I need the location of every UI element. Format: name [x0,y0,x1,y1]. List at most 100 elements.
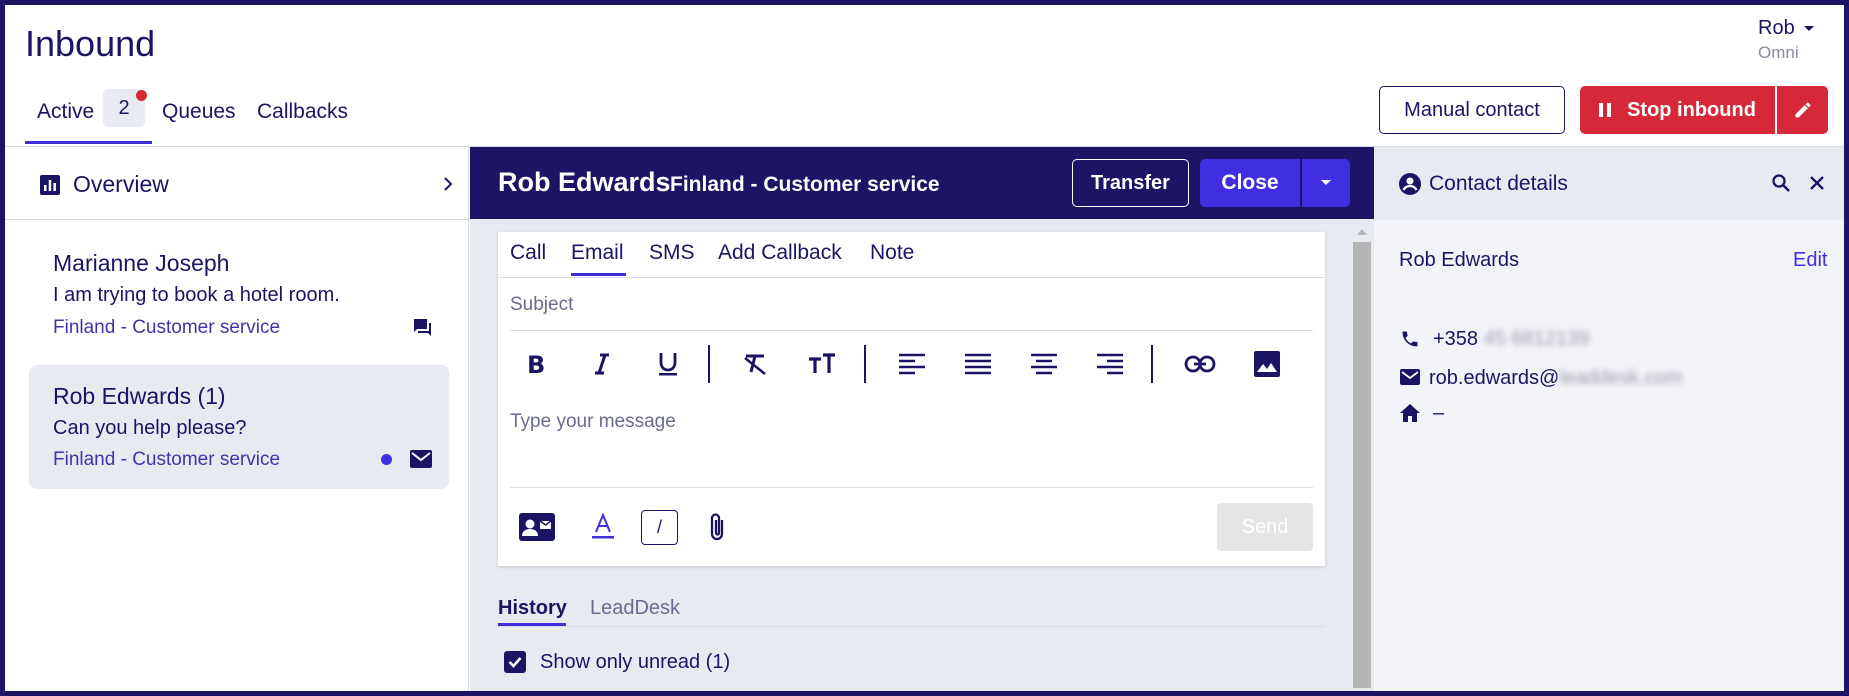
edit-contact-link[interactable]: Edit [1793,249,1827,272]
toolbar-separator [708,345,710,383]
chevron-right-icon [444,177,453,191]
toolbar-separator [1151,345,1153,383]
tab-history[interactable]: History [498,597,567,620]
overview-row[interactable]: Overview [5,147,469,220]
tab-callbacks[interactable]: Callbacks [257,100,348,124]
underline-icon [659,353,677,376]
paperclip-icon [710,513,724,541]
overview-label: Overview [73,171,169,197]
composer-tab-indicator [571,273,626,276]
align-center-button[interactable] [1024,344,1064,384]
transfer-button[interactable]: Transfer [1072,159,1189,207]
align-justify-icon [965,353,991,375]
account-circle-icon [1399,173,1421,195]
clear-format-icon [744,354,766,375]
tab-email[interactable]: Email [571,241,624,265]
conversation-message: I am trying to book a hotel room. [53,284,340,306]
send-button[interactable]: Send [1217,503,1313,551]
italic-icon [595,353,609,375]
chat-icon [414,319,431,336]
insert-link-button[interactable] [1180,344,1220,384]
contact-address: – [1433,402,1445,424]
caret-down-icon [1803,25,1814,31]
manual-contact-button[interactable]: Manual contact [1379,86,1565,134]
subject-divider [510,330,1313,331]
phone-number-redacted: 45 6812139 [1483,328,1590,350]
message-divider [510,487,1313,488]
close-options-button[interactable] [1302,159,1350,207]
contact-queue: Finland - Customer service [670,173,940,196]
attach-button[interactable] [697,507,737,547]
message-input[interactable]: Type your message [510,411,676,433]
conversation-name: Rob Edwards (1) [53,383,226,409]
link-icon [1184,355,1216,373]
text-color-button[interactable] [583,507,623,547]
text-color-icon [592,513,614,539]
user-role: Omni [1758,43,1799,62]
stop-inbound-label: Stop inbound [1627,98,1756,121]
conversation-name: Marianne Joseph [53,250,230,276]
conversation-item[interactable]: Marianne Joseph I am trying to book a ho… [29,233,449,353]
contact-details-panel [1374,147,1844,691]
contact-card-icon [519,513,555,541]
tab-sms[interactable]: SMS [649,241,695,265]
align-justify-button[interactable] [958,344,998,384]
active-tab-indicator [25,141,152,144]
tab-add-callback[interactable]: Add Callback [718,241,842,265]
bar-chart-icon [40,175,60,195]
email-prefix: rob.edwards@ [1429,367,1560,389]
stop-inbound-button[interactable]: Stop inbound [1580,86,1775,134]
edit-status-button[interactable] [1777,86,1828,134]
composer-tab-divider [498,277,1325,278]
align-left-button[interactable] [892,344,932,384]
contact-name-title: Rob Edwards [498,167,671,197]
contact-card-button[interactable] [517,507,557,547]
contact-details-title: Contact details [1429,172,1568,195]
align-center-icon [1031,353,1057,375]
tab-queues[interactable]: Queues [162,100,236,124]
scrollbar-thumb[interactable] [1353,242,1371,688]
italic-button[interactable] [582,344,622,384]
close-icon[interactable] [1809,175,1825,191]
conversation-item-selected[interactable]: Rob Edwards (1) Can you help please? Fin… [29,365,449,489]
contact-phone[interactable]: +358 45 6812139 [1433,328,1589,351]
tab-active[interactable]: Active [37,100,94,124]
conversation-message: Can you help please? [53,417,247,439]
tab-leaddesk[interactable]: LeadDesk [590,597,680,620]
align-left-icon [899,353,925,375]
user-menu[interactable]: Rob [1758,17,1815,40]
subject-input[interactable]: Subject [510,294,573,316]
app-window: Inbound Rob Omni Active 2 Queues Callbac… [0,0,1849,696]
clear-format-button[interactable] [735,344,775,384]
tab-call[interactable]: Call [510,241,546,265]
align-right-button[interactable] [1090,344,1130,384]
show-unread-checkbox[interactable] [504,651,526,673]
insert-image-button[interactable] [1247,344,1287,384]
home-icon [1400,404,1420,422]
conversation-queue: Finland - Customer service [53,449,281,470]
align-right-icon [1097,353,1123,375]
show-unread-label: Show only unread (1) [540,651,731,673]
bold-icon: B [527,352,545,376]
details-contact-name: Rob Edwards [1399,249,1520,271]
search-icon[interactable] [1771,173,1791,193]
history-divider [498,626,1325,627]
email-domain-redacted: leaddesk.com [1559,367,1683,389]
contact-email[interactable]: rob.edwards@leaddesk.com [1429,367,1683,390]
pencil-icon [1795,102,1811,118]
mail-icon [1400,369,1420,385]
tab-note[interactable]: Note [870,241,914,265]
toolbar-separator [864,345,866,383]
scroll-up-arrow-icon[interactable] [1355,227,1369,237]
svg-text:B: B [527,352,545,376]
signature-button[interactable]: / [641,510,678,545]
bold-button[interactable]: B [516,344,556,384]
pause-icon [1599,103,1612,117]
text-size-icon [809,353,835,373]
check-icon [508,657,522,668]
text-size-button[interactable] [802,344,842,384]
underline-button[interactable] [648,344,688,384]
close-button[interactable]: Close [1200,159,1300,207]
conversation-queue: Finland - Customer service [53,317,281,338]
notification-dot [136,90,147,101]
